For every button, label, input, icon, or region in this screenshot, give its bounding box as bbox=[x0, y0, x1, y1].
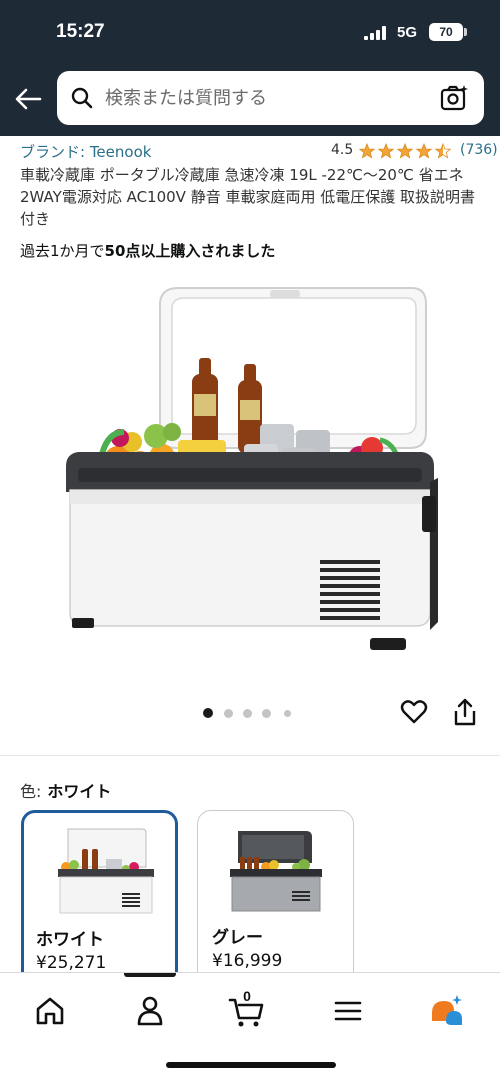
search-bar[interactable] bbox=[57, 71, 484, 125]
section-divider bbox=[0, 755, 500, 756]
image-carousel-dots[interactable] bbox=[200, 706, 300, 720]
brand-link[interactable]: ブランド: Teenook bbox=[20, 141, 151, 162]
signal-icon bbox=[364, 26, 386, 40]
cart-count: 0 bbox=[243, 988, 251, 1004]
brand-rating-row: ブランド: Teenook 4.5 (736) bbox=[20, 141, 498, 163]
gray-variant-thumbnail bbox=[230, 831, 322, 912]
rating-count-link[interactable]: (736) bbox=[460, 142, 498, 158]
white-variant-thumbnail bbox=[58, 828, 154, 914]
gray-variant-name: グレー bbox=[212, 928, 263, 948]
gray-variant-price: ¥16,999 bbox=[212, 951, 283, 971]
network-type: 5G bbox=[397, 24, 418, 41]
carousel-dot[interactable] bbox=[243, 709, 252, 718]
search-input[interactable] bbox=[105, 84, 425, 112]
color-option-gray[interactable]: グレー ¥16,999 bbox=[197, 810, 354, 985]
white-variant-name: ホワイト bbox=[36, 930, 104, 950]
rating-value: 4.5 bbox=[331, 142, 354, 158]
menu-icon[interactable] bbox=[328, 991, 368, 1031]
home-icon[interactable] bbox=[30, 991, 70, 1031]
color-label: 色: ホワイト bbox=[20, 778, 111, 802]
purchase-bold: 50点以上購入されました bbox=[104, 242, 276, 260]
carousel-dot[interactable] bbox=[224, 709, 233, 718]
rufus-ai-icon[interactable] bbox=[426, 991, 466, 1031]
product-image[interactable]: Asahi bbox=[60, 282, 440, 662]
share-icon[interactable] bbox=[452, 697, 478, 727]
cart-button[interactable]: 0 bbox=[227, 988, 267, 1031]
color-label-text: 色: bbox=[20, 782, 42, 801]
search-icon bbox=[71, 87, 93, 109]
status-time: 15:27 bbox=[56, 21, 105, 42]
battery-cap bbox=[464, 28, 467, 36]
home-indicator bbox=[166, 1062, 336, 1068]
camera-search-icon[interactable] bbox=[439, 83, 469, 113]
star-rating-icon[interactable] bbox=[359, 143, 455, 159]
status-bar: 15:27 5G 70 bbox=[0, 0, 500, 64]
account-icon[interactable] bbox=[130, 991, 170, 1031]
color-option-white[interactable]: ホワイト ¥25,271 bbox=[21, 810, 178, 985]
product-title: 車載冷蔵庫 ポータブル冷蔵庫 急速冷凍 19L -22℃～20℃ 省エネ 2WA… bbox=[20, 166, 476, 228]
white-variant-price: ¥25,271 bbox=[36, 953, 107, 973]
carousel-dot[interactable] bbox=[284, 710, 291, 717]
color-selected-name: ホワイト bbox=[47, 782, 112, 801]
heart-icon[interactable] bbox=[400, 698, 428, 726]
purchase-prefix: 過去1か月で bbox=[20, 242, 105, 260]
carousel-dot[interactable] bbox=[203, 708, 213, 718]
battery-icon: 70 bbox=[429, 23, 463, 41]
purchase-count: 過去1か月で50点以上購入されました bbox=[20, 240, 275, 261]
carousel-dot[interactable] bbox=[262, 709, 271, 718]
top-bar: 15:27 5G 70 bbox=[0, 0, 500, 136]
nav-active-indicator bbox=[124, 973, 176, 977]
back-arrow-icon[interactable] bbox=[12, 84, 44, 114]
